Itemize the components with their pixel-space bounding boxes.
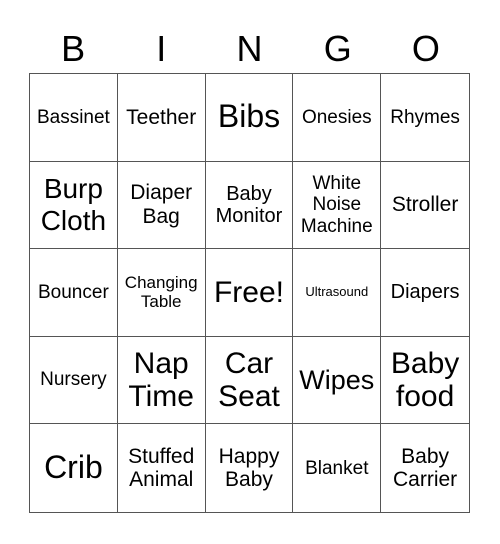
bingo-cell[interactable]: Nursery — [30, 336, 118, 425]
bingo-cell[interactable]: Bouncer — [30, 249, 118, 337]
header-letter-o: O — [411, 28, 440, 69]
bingo-cell[interactable]: Wipes — [293, 336, 382, 425]
bingo-cell[interactable]: Happy Baby — [206, 424, 294, 512]
header-letter-i: I — [156, 28, 167, 69]
bingo-cell[interactable]: Bibs — [205, 74, 294, 162]
bingo-card: Bassinet Teether Bibs Onesies Rhymes Bur… — [29, 73, 470, 513]
bingo-cell[interactable]: Bassinet — [30, 74, 118, 162]
bingo-cell[interactable]: Baby Monitor — [205, 161, 294, 250]
bingo-cell[interactable]: Changing Table — [117, 249, 206, 337]
bingo-cell[interactable]: Nap Time — [117, 336, 206, 425]
bingo-cell[interactable]: Baby food — [381, 337, 469, 425]
bingo-cell[interactable]: Blanket — [293, 424, 382, 512]
bingo-cell[interactable]: Crib — [30, 424, 118, 512]
bingo-cell[interactable]: Car Seat — [205, 336, 294, 425]
header-letter-g: G — [323, 28, 352, 69]
bingo-header: B I N G O — [29, 24, 470, 74]
bingo-cell[interactable]: Diapers — [381, 249, 469, 337]
bingo-cell[interactable]: Stroller — [381, 162, 469, 250]
bingo-cell[interactable]: Stuffed Animal — [118, 424, 206, 512]
bingo-cell[interactable]: Diaper Bag — [117, 161, 206, 250]
bingo-cell[interactable]: Onesies — [293, 74, 382, 162]
header-letter-b: B — [61, 28, 86, 69]
bingo-cell[interactable]: White Noise Machine — [293, 161, 382, 250]
bingo-cell[interactable]: Baby Carrier — [381, 424, 469, 512]
header-letter-n: N — [236, 28, 263, 69]
bingo-cell[interactable]: Teether — [117, 74, 206, 162]
free-space-cell[interactable]: Free! — [205, 249, 294, 337]
bingo-cell[interactable]: Burp Cloth — [30, 161, 118, 250]
bingo-cell[interactable]: Rhymes — [381, 74, 469, 162]
bingo-cell[interactable]: Ultrasound — [293, 249, 382, 337]
